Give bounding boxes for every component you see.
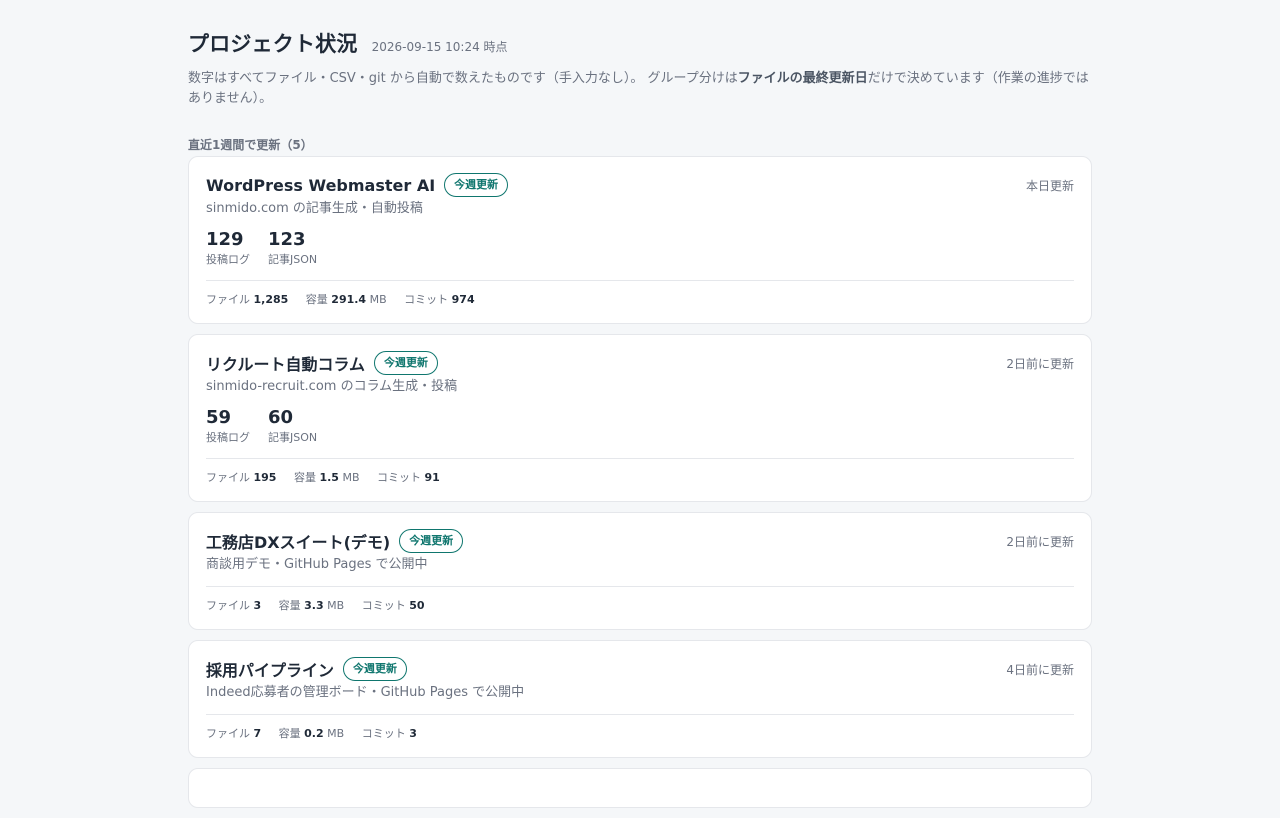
stat-label: コミット <box>377 471 422 484</box>
stat-label: ファイル <box>206 471 250 484</box>
card-header: 工務店DXスイート(デモ) 今週更新 <box>206 513 1074 554</box>
stat-label: 容量 <box>278 727 301 740</box>
stat-label: 容量 <box>293 471 316 484</box>
project-card[interactable]: WordPress Webmaster AI 今週更新 本日更新 sinmido… <box>188 156 1092 324</box>
stat-value: 1,285 <box>253 293 289 306</box>
card-stats: ファイル 3 容量 3.3 MB コミット 50 <box>206 587 1074 629</box>
stat-label: コミット <box>361 599 406 612</box>
metric-label: 投稿ログ <box>206 431 250 444</box>
stat-value: 3 <box>253 599 262 612</box>
metric-article-json: 60 記事JSON <box>268 408 317 445</box>
stat-commits: コミット 50 <box>362 599 425 612</box>
stat-files: ファイル 1,285 <box>206 293 288 306</box>
stat-value: 291.4 <box>331 293 367 306</box>
stat-value: 7 <box>253 727 262 740</box>
section-heading-recent: 直近1週間で更新（5） <box>188 138 313 152</box>
status-badge: 今週更新 <box>374 351 439 375</box>
metric-value: 123 <box>268 229 306 250</box>
status-badge: 今週更新 <box>343 657 408 681</box>
stat-files: ファイル 7 <box>206 727 261 740</box>
stat-value: 1.5 <box>319 471 339 484</box>
card-header: WordPress Webmaster AI 今週更新 <box>206 157 1074 198</box>
metric-article-json: 123 記事JSON <box>268 230 317 267</box>
stat-value: 3.3 <box>304 599 324 612</box>
metric-value: 129 <box>206 229 244 250</box>
stat-label: 容量 <box>278 599 301 612</box>
stat-size: 容量 291.4 MB <box>306 293 387 306</box>
stat-value: 3 <box>409 727 417 740</box>
card-header: 採用パイプライン 今週更新 <box>206 641 1074 682</box>
stat-unit: MB <box>342 471 360 484</box>
stat-size: 容量 0.2 MB <box>279 727 345 740</box>
stat-size: 容量 3.3 MB <box>279 599 345 612</box>
page-header: プロジェクト状況 2026-09-15 10:24 時点 <box>188 28 1091 58</box>
stat-value: 0.2 <box>304 727 324 740</box>
card-stats: ファイル 1,285 容量 291.4 MB コミット 974 <box>206 281 1074 323</box>
stat-label: ファイル <box>206 599 250 612</box>
stat-commits: コミット 91 <box>377 471 440 484</box>
metrics-row: 129 投稿ログ 123 記事JSON <box>206 230 1074 267</box>
stat-label: ファイル <box>206 293 250 306</box>
project-card[interactable]: リクルート自動コラム 今週更新 2日前に更新 sinmido-recruit.c… <box>188 334 1092 502</box>
last-updated: 2日前に更新 <box>1006 357 1074 371</box>
stat-files: ファイル 195 <box>206 471 276 484</box>
stat-label: ファイル <box>206 727 250 740</box>
metric-label: 記事JSON <box>268 431 318 444</box>
project-card[interactable] <box>188 768 1092 808</box>
description-emphasis: ファイルの最終更新日 <box>737 71 868 86</box>
stat-unit: MB <box>369 293 387 306</box>
project-card-list: WordPress Webmaster AI 今週更新 本日更新 sinmido… <box>188 156 1092 808</box>
card-stats: ファイル 7 容量 0.2 MB コミット 3 <box>206 715 1074 757</box>
project-title[interactable]: WordPress Webmaster AI <box>206 176 435 195</box>
project-card[interactable]: 採用パイプライン 今週更新 4日前に更新 Indeed応募者の管理ボード・Git… <box>188 640 1092 758</box>
description-text: 数字はすべてファイル・CSV・git から自動で数えたものです（手入力なし）。 … <box>188 71 738 86</box>
status-badge: 今週更新 <box>444 173 509 197</box>
card-header: リクルート自動コラム 今週更新 <box>206 335 1074 376</box>
metric-label: 記事JSON <box>268 253 318 266</box>
stat-commits: コミット 3 <box>362 727 417 740</box>
stat-unit: MB <box>327 599 345 612</box>
last-updated: 2日前に更新 <box>1006 535 1074 549</box>
project-subtitle: Indeed応募者の管理ボード・GitHub Pages で公開中 <box>206 685 525 700</box>
page-container: プロジェクト状況 2026-09-15 10:24 時点 数字はすべてファイル・… <box>188 28 1092 818</box>
last-updated: 4日前に更新 <box>1006 663 1074 677</box>
stat-commits: コミット 974 <box>404 293 474 306</box>
stat-value: 91 <box>424 471 440 484</box>
project-title[interactable]: リクルート自動コラム <box>206 351 365 375</box>
page-description: 数字はすべてファイル・CSV・git から自動で数えたものです（手入力なし）。 … <box>188 69 1091 109</box>
stat-size: 容量 1.5 MB <box>294 471 360 484</box>
stat-files: ファイル 3 <box>206 599 261 612</box>
status-badge: 今週更新 <box>399 529 464 553</box>
card-stats: ファイル 195 容量 1.5 MB コミット 91 <box>206 459 1074 501</box>
metric-post-logs: 129 投稿ログ <box>206 230 250 267</box>
page-title: プロジェクト状況 <box>188 32 358 56</box>
stat-unit: MB <box>327 727 345 740</box>
stat-value: 50 <box>409 599 425 612</box>
stat-label: コミット <box>404 293 449 306</box>
project-title[interactable]: 採用パイプライン <box>206 657 334 681</box>
project-subtitle: sinmido.com の記事生成・自動投稿 <box>206 201 423 216</box>
project-card[interactable]: 工務店DXスイート(デモ) 今週更新 2日前に更新 商談用デモ・GitHub P… <box>188 512 1092 630</box>
last-updated: 本日更新 <box>1025 179 1074 193</box>
metric-value: 59 <box>206 407 232 428</box>
project-subtitle: 商談用デモ・GitHub Pages で公開中 <box>206 557 428 572</box>
metrics-row: 59 投稿ログ 60 記事JSON <box>206 408 1074 445</box>
stat-label: 容量 <box>305 293 328 306</box>
metric-label: 投稿ログ <box>206 253 250 266</box>
metric-value: 60 <box>268 407 294 428</box>
stat-value: 195 <box>253 471 277 484</box>
project-subtitle: sinmido-recruit.com のコラム生成・投稿 <box>206 379 458 394</box>
metric-post-logs: 59 投稿ログ <box>206 408 250 445</box>
stat-label: コミット <box>361 727 406 740</box>
project-title[interactable]: 工務店DXスイート(デモ) <box>206 529 390 553</box>
snapshot-timestamp: 2026-09-15 10:24 時点 <box>371 40 508 54</box>
stat-value: 974 <box>451 293 475 306</box>
